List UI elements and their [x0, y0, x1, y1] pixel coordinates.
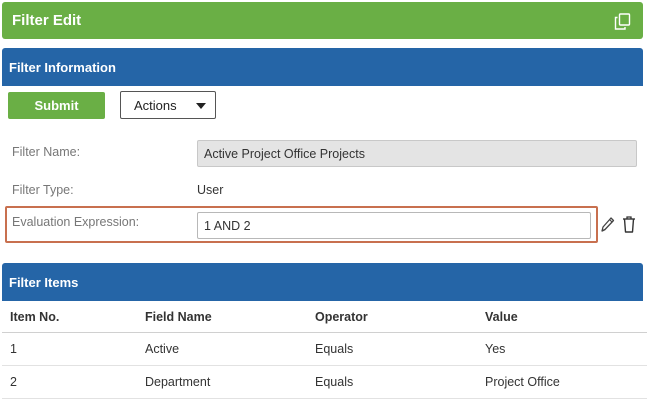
table-header-row: Item No. Field Name Operator Value	[2, 301, 647, 333]
value-cell: Yes	[485, 342, 506, 356]
pencil-icon[interactable]	[600, 216, 615, 233]
evaluation-expression-label: Evaluation Expression:	[12, 215, 140, 229]
table-row[interactable]: 2 Department Equals Project Office	[2, 366, 647, 399]
filter-name-label: Filter Name:	[12, 145, 81, 159]
column-header-item-no: Item No.	[10, 310, 60, 324]
item-no-cell: 1	[10, 342, 17, 356]
column-header-value: Value	[485, 310, 518, 324]
filter-items-header: Filter Items	[2, 263, 643, 301]
column-header-operator: Operator	[315, 310, 368, 324]
page-title-bar: Filter Edit	[2, 2, 643, 39]
filter-items-title: Filter Items	[9, 274, 79, 290]
field-name-cell: Active	[145, 342, 180, 356]
filter-type-value: User	[197, 183, 224, 197]
value-cell: Project Office	[485, 375, 560, 389]
table-body: 1 Active Equals Yes 2 Department Equals …	[2, 333, 647, 399]
filter-type-label: Filter Type:	[12, 183, 74, 197]
trash-icon[interactable]	[622, 215, 636, 233]
operator-cell: Equals	[315, 375, 354, 389]
table-row[interactable]: 1 Active Equals Yes	[2, 333, 647, 366]
page-title: Filter Edit	[12, 12, 82, 29]
caret-down-icon	[196, 103, 206, 109]
filter-name-field[interactable]	[197, 140, 637, 167]
column-header-field-name: Field Name	[145, 310, 212, 324]
actions-dropdown[interactable]: Actions	[120, 91, 216, 119]
filter-information-title: Filter Information	[9, 59, 116, 75]
evaluation-expression-input[interactable]	[197, 212, 591, 239]
field-name-cell: Department	[145, 375, 211, 389]
item-no-cell: 2	[10, 375, 17, 389]
operator-cell: Equals	[315, 342, 354, 356]
filter-items-table: Item No. Field Name Operator Value 1 Act…	[2, 301, 647, 399]
submit-button[interactable]: Submit	[8, 92, 105, 119]
actions-label: Actions	[134, 97, 177, 113]
filter-information-header: Filter Information	[2, 48, 643, 86]
copy-icon[interactable]	[614, 13, 631, 30]
